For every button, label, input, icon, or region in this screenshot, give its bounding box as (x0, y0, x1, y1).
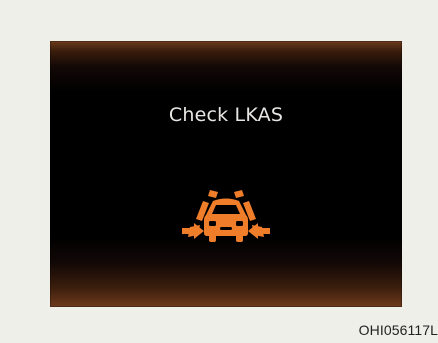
cluster-display: Check LKAS (50, 41, 402, 307)
lkas-warning-icon (182, 181, 270, 253)
manual-figure: Check LKAS (0, 0, 438, 318)
lkas-message: Check LKAS (168, 104, 284, 126)
figure-code: OHI056117L (358, 322, 438, 338)
